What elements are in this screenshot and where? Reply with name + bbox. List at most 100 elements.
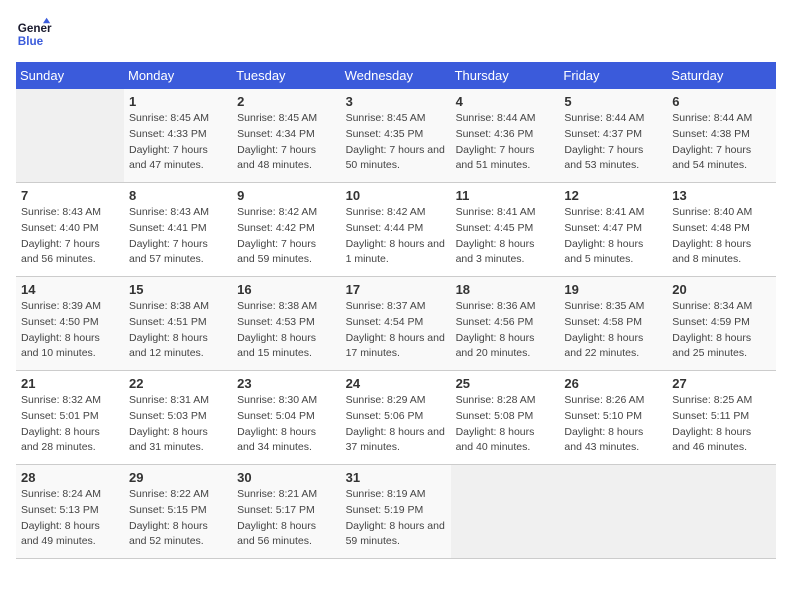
- day-number: 8: [129, 188, 227, 203]
- day-number: 26: [564, 376, 662, 391]
- day-number: 11: [456, 188, 555, 203]
- day-number: 20: [672, 282, 771, 297]
- calendar-day-cell: 30 Sunrise: 8:21 AMSunset: 5:17 PMDaylig…: [232, 465, 340, 559]
- calendar-day-cell: 19 Sunrise: 8:35 AMSunset: 4:58 PMDaylig…: [559, 277, 667, 371]
- calendar-week-row: 28 Sunrise: 8:24 AMSunset: 5:13 PMDaylig…: [16, 465, 776, 559]
- day-detail: Sunrise: 8:25 AMSunset: 5:11 PMDaylight:…: [672, 394, 752, 453]
- calendar-day-cell: [559, 465, 667, 559]
- svg-text:General: General: [18, 22, 52, 35]
- calendar-day-cell: 23 Sunrise: 8:30 AMSunset: 5:04 PMDaylig…: [232, 371, 340, 465]
- calendar-day-cell: 24 Sunrise: 8:29 AMSunset: 5:06 PMDaylig…: [341, 371, 451, 465]
- day-detail: Sunrise: 8:44 AMSunset: 4:37 PMDaylight:…: [564, 112, 644, 171]
- day-detail: Sunrise: 8:43 AMSunset: 4:41 PMDaylight:…: [129, 206, 209, 265]
- calendar-day-cell: 1 Sunrise: 8:45 AMSunset: 4:33 PMDayligh…: [124, 89, 232, 183]
- day-detail: Sunrise: 8:43 AMSunset: 4:40 PMDaylight:…: [21, 206, 101, 265]
- calendar-day-cell: 5 Sunrise: 8:44 AMSunset: 4:37 PMDayligh…: [559, 89, 667, 183]
- day-detail: Sunrise: 8:44 AMSunset: 4:36 PMDaylight:…: [456, 112, 536, 171]
- day-detail: Sunrise: 8:45 AMSunset: 4:35 PMDaylight:…: [346, 112, 445, 171]
- calendar-day-cell: 6 Sunrise: 8:44 AMSunset: 4:38 PMDayligh…: [667, 89, 776, 183]
- day-detail: Sunrise: 8:39 AMSunset: 4:50 PMDaylight:…: [21, 300, 101, 359]
- day-number: 17: [346, 282, 446, 297]
- day-number: 15: [129, 282, 227, 297]
- calendar-day-cell: 31 Sunrise: 8:19 AMSunset: 5:19 PMDaylig…: [341, 465, 451, 559]
- page-header: General Blue: [16, 16, 776, 52]
- calendar-day-cell: 7 Sunrise: 8:43 AMSunset: 4:40 PMDayligh…: [16, 183, 124, 277]
- calendar-day-cell: 13 Sunrise: 8:40 AMSunset: 4:48 PMDaylig…: [667, 183, 776, 277]
- calendar-day-cell: 28 Sunrise: 8:24 AMSunset: 5:13 PMDaylig…: [16, 465, 124, 559]
- calendar-day-cell: 9 Sunrise: 8:42 AMSunset: 4:42 PMDayligh…: [232, 183, 340, 277]
- day-number: 27: [672, 376, 771, 391]
- day-detail: Sunrise: 8:34 AMSunset: 4:59 PMDaylight:…: [672, 300, 752, 359]
- calendar-table: SundayMondayTuesdayWednesdayThursdayFrid…: [16, 62, 776, 559]
- day-detail: Sunrise: 8:21 AMSunset: 5:17 PMDaylight:…: [237, 488, 317, 547]
- weekday-header: Sunday: [16, 62, 124, 89]
- day-number: 14: [21, 282, 119, 297]
- day-detail: Sunrise: 8:36 AMSunset: 4:56 PMDaylight:…: [456, 300, 536, 359]
- calendar-day-cell: 20 Sunrise: 8:34 AMSunset: 4:59 PMDaylig…: [667, 277, 776, 371]
- day-detail: Sunrise: 8:42 AMSunset: 4:42 PMDaylight:…: [237, 206, 317, 265]
- day-number: 12: [564, 188, 662, 203]
- day-number: 1: [129, 94, 227, 109]
- day-number: 16: [237, 282, 335, 297]
- calendar-header-row: SundayMondayTuesdayWednesdayThursdayFrid…: [16, 62, 776, 89]
- calendar-week-row: 14 Sunrise: 8:39 AMSunset: 4:50 PMDaylig…: [16, 277, 776, 371]
- day-detail: Sunrise: 8:26 AMSunset: 5:10 PMDaylight:…: [564, 394, 644, 453]
- day-number: 7: [21, 188, 119, 203]
- day-number: 6: [672, 94, 771, 109]
- calendar-day-cell: 17 Sunrise: 8:37 AMSunset: 4:54 PMDaylig…: [341, 277, 451, 371]
- calendar-day-cell: 8 Sunrise: 8:43 AMSunset: 4:41 PMDayligh…: [124, 183, 232, 277]
- day-number: 19: [564, 282, 662, 297]
- day-detail: Sunrise: 8:45 AMSunset: 4:34 PMDaylight:…: [237, 112, 317, 171]
- svg-text:Blue: Blue: [18, 35, 44, 48]
- calendar-week-row: 1 Sunrise: 8:45 AMSunset: 4:33 PMDayligh…: [16, 89, 776, 183]
- calendar-day-cell: 10 Sunrise: 8:42 AMSunset: 4:44 PMDaylig…: [341, 183, 451, 277]
- weekday-header: Tuesday: [232, 62, 340, 89]
- day-number: 18: [456, 282, 555, 297]
- day-detail: Sunrise: 8:22 AMSunset: 5:15 PMDaylight:…: [129, 488, 209, 547]
- day-number: 21: [21, 376, 119, 391]
- day-number: 13: [672, 188, 771, 203]
- weekday-header: Saturday: [667, 62, 776, 89]
- calendar-day-cell: 14 Sunrise: 8:39 AMSunset: 4:50 PMDaylig…: [16, 277, 124, 371]
- weekday-header: Thursday: [451, 62, 560, 89]
- calendar-day-cell: 4 Sunrise: 8:44 AMSunset: 4:36 PMDayligh…: [451, 89, 560, 183]
- day-detail: Sunrise: 8:44 AMSunset: 4:38 PMDaylight:…: [672, 112, 752, 171]
- day-detail: Sunrise: 8:42 AMSunset: 4:44 PMDaylight:…: [346, 206, 445, 265]
- day-number: 29: [129, 470, 227, 485]
- calendar-day-cell: 26 Sunrise: 8:26 AMSunset: 5:10 PMDaylig…: [559, 371, 667, 465]
- day-detail: Sunrise: 8:45 AMSunset: 4:33 PMDaylight:…: [129, 112, 209, 171]
- calendar-day-cell: [16, 89, 124, 183]
- day-number: 24: [346, 376, 446, 391]
- day-detail: Sunrise: 8:29 AMSunset: 5:06 PMDaylight:…: [346, 394, 445, 453]
- day-detail: Sunrise: 8:28 AMSunset: 5:08 PMDaylight:…: [456, 394, 536, 453]
- logo: General Blue: [16, 16, 56, 52]
- day-number: 10: [346, 188, 446, 203]
- logo-icon: General Blue: [16, 16, 52, 52]
- day-number: 25: [456, 376, 555, 391]
- calendar-day-cell: 2 Sunrise: 8:45 AMSunset: 4:34 PMDayligh…: [232, 89, 340, 183]
- calendar-day-cell: [451, 465, 560, 559]
- day-number: 30: [237, 470, 335, 485]
- day-number: 31: [346, 470, 446, 485]
- day-number: 22: [129, 376, 227, 391]
- day-number: 28: [21, 470, 119, 485]
- day-detail: Sunrise: 8:41 AMSunset: 4:45 PMDaylight:…: [456, 206, 536, 265]
- calendar-day-cell: 29 Sunrise: 8:22 AMSunset: 5:15 PMDaylig…: [124, 465, 232, 559]
- calendar-day-cell: 18 Sunrise: 8:36 AMSunset: 4:56 PMDaylig…: [451, 277, 560, 371]
- day-detail: Sunrise: 8:31 AMSunset: 5:03 PMDaylight:…: [129, 394, 209, 453]
- day-detail: Sunrise: 8:35 AMSunset: 4:58 PMDaylight:…: [564, 300, 644, 359]
- calendar-day-cell: 16 Sunrise: 8:38 AMSunset: 4:53 PMDaylig…: [232, 277, 340, 371]
- day-detail: Sunrise: 8:30 AMSunset: 5:04 PMDaylight:…: [237, 394, 317, 453]
- day-detail: Sunrise: 8:24 AMSunset: 5:13 PMDaylight:…: [21, 488, 101, 547]
- day-number: 2: [237, 94, 335, 109]
- day-detail: Sunrise: 8:32 AMSunset: 5:01 PMDaylight:…: [21, 394, 101, 453]
- calendar-day-cell: 21 Sunrise: 8:32 AMSunset: 5:01 PMDaylig…: [16, 371, 124, 465]
- day-number: 5: [564, 94, 662, 109]
- weekday-header: Monday: [124, 62, 232, 89]
- calendar-day-cell: 25 Sunrise: 8:28 AMSunset: 5:08 PMDaylig…: [451, 371, 560, 465]
- calendar-day-cell: 22 Sunrise: 8:31 AMSunset: 5:03 PMDaylig…: [124, 371, 232, 465]
- calendar-day-cell: [667, 465, 776, 559]
- weekday-header: Wednesday: [341, 62, 451, 89]
- calendar-day-cell: 3 Sunrise: 8:45 AMSunset: 4:35 PMDayligh…: [341, 89, 451, 183]
- calendar-day-cell: 12 Sunrise: 8:41 AMSunset: 4:47 PMDaylig…: [559, 183, 667, 277]
